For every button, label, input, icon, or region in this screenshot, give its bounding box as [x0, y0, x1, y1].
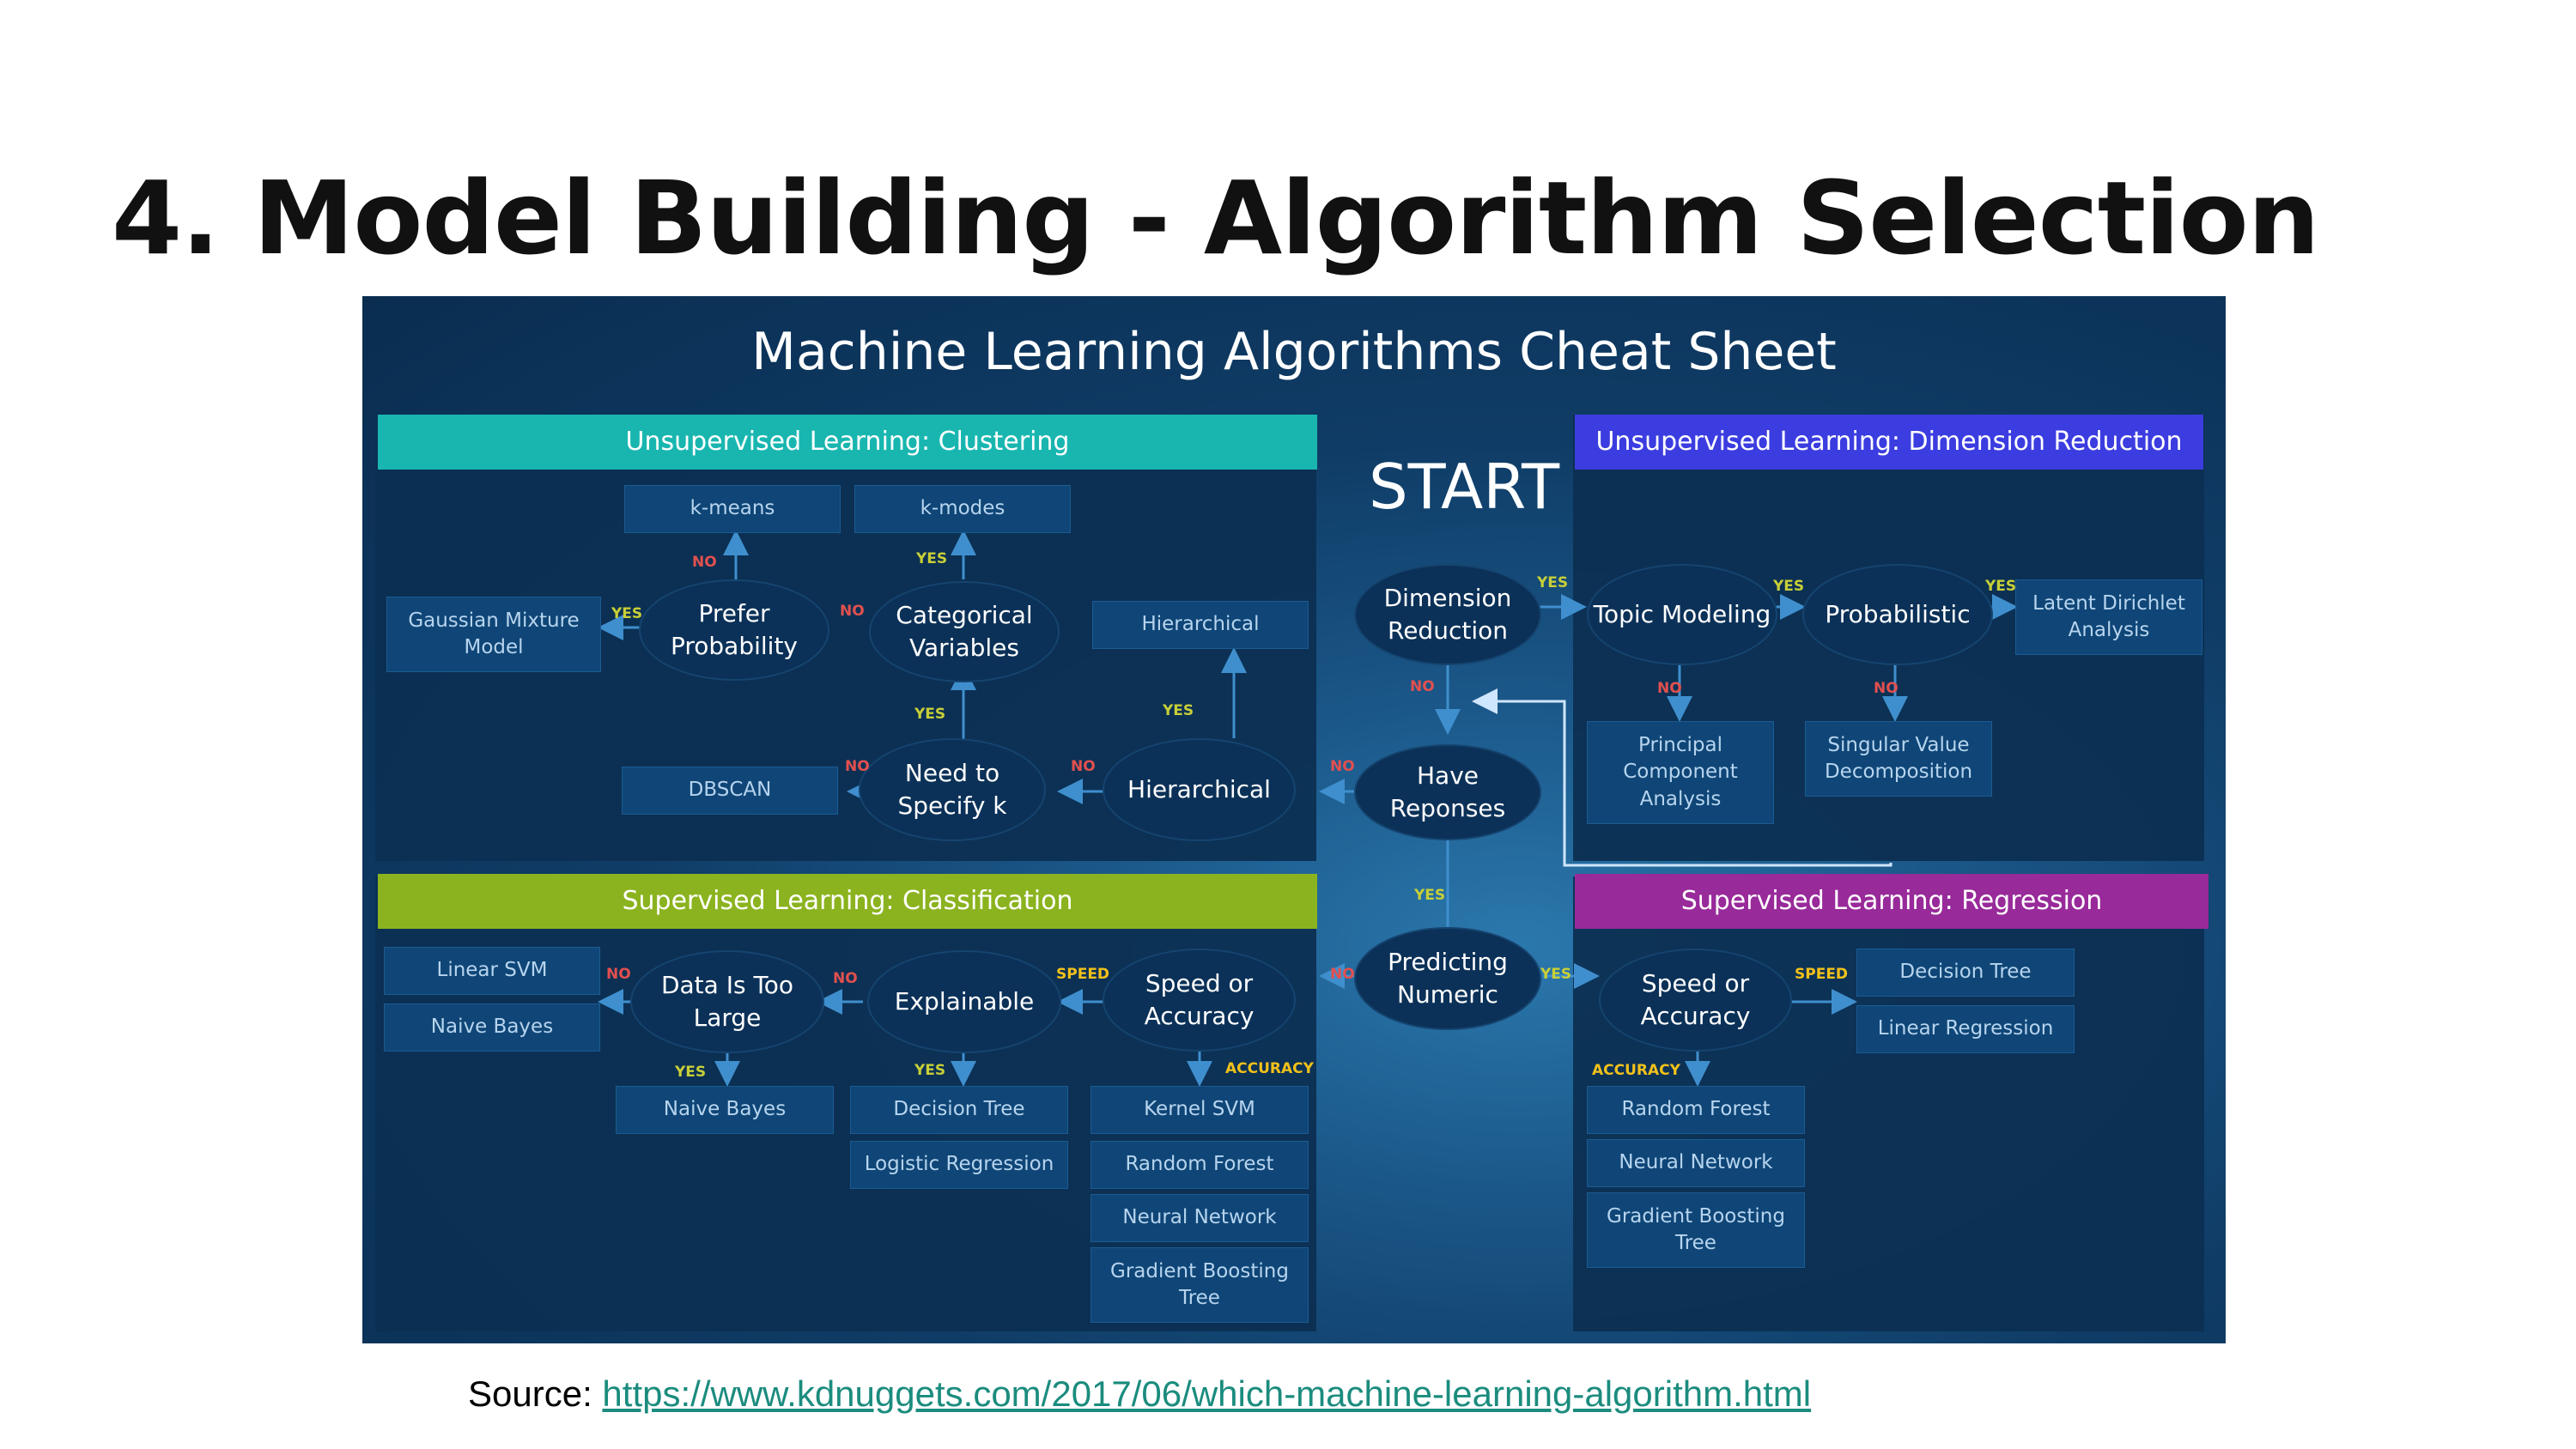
box-decision-tree: Decision Tree [850, 1086, 1068, 1134]
box-neural-network: Neural Network [1091, 1194, 1309, 1242]
box-regression-decision-tree: Decision Tree [1856, 949, 2075, 997]
label-no-prefer: NO [692, 554, 717, 571]
box-regression-random-forest: Random Forest [1587, 1086, 1805, 1134]
label-no-have: NO [1330, 758, 1355, 775]
label-yes-explainable: YES [914, 1062, 946, 1079]
cheat-sheet-title: Machine Learning Algorithms Cheat Sheet [751, 322, 1837, 382]
source-label: Source: [468, 1373, 592, 1414]
box-random-forest: Random Forest [1091, 1141, 1309, 1189]
label-yes-categorical: YES [916, 550, 948, 567]
header-dimension-reduction: Unsupervised Learning: Dimension Reducti… [1575, 415, 2203, 470]
label-no-dim: NO [1410, 678, 1435, 695]
node-hierarchical: Hierarchical [1103, 738, 1296, 841]
label-speed-class: SPEED [1056, 966, 1110, 983]
slide-title: 4. Model Building - Algorithm Selection [112, 159, 2320, 277]
cheat-sheet-diagram: Machine Learning Algorithms Cheat Sheet … [362, 296, 2226, 1343]
label-no-specify: NO [845, 758, 870, 775]
label-yes-datalarge: YES [675, 1064, 707, 1081]
box-principal-component-analysis: Principal Component Analysis [1587, 721, 1774, 824]
label-yes-specify: YES [914, 706, 946, 723]
box-regression-gradient-boosting-tree: Gradient Boosting Tree [1587, 1192, 1805, 1268]
box-k-modes: k-modes [854, 485, 1071, 533]
label-accuracy-reg: ACCURACY [1592, 1062, 1680, 1079]
node-categorical-variables: Categorical Variables [869, 581, 1060, 682]
label-no-categorical: NO [840, 603, 865, 620]
label-yes-topic: YES [1773, 578, 1805, 595]
node-speed-or-accuracy: Speed or Accuracy [1103, 949, 1296, 1052]
label-no-prob: NO [1874, 680, 1899, 697]
label-no-datalarge: NO [606, 966, 631, 983]
label-yes-prob: YES [1985, 578, 2017, 595]
box-gaussian-mixture-model: Gaussian Mixture Model [386, 597, 601, 672]
box-linear-svm: Linear SVM [384, 947, 600, 995]
node-data-too-large: Data Is Too Large [630, 950, 824, 1053]
box-kernel-svm: Kernel SVM [1091, 1086, 1309, 1134]
node-topic-modeling: Topic Modeling [1587, 564, 1777, 665]
box-hierarchical: Hierarchical [1092, 601, 1309, 649]
box-regression-neural-network: Neural Network [1587, 1139, 1805, 1187]
node-dimension-reduction: Dimension Reduction [1354, 564, 1541, 665]
header-clustering: Unsupervised Learning: Clustering [378, 415, 1317, 470]
node-regression-speed-or-accuracy: Speed or Accuracy [1599, 949, 1792, 1052]
label-no-explainable: NO [833, 970, 858, 987]
label-accuracy-class: ACCURACY [1225, 1060, 1314, 1077]
header-regression: Supervised Learning: Regression [1575, 874, 2208, 929]
source-link[interactable]: https://www.kdnuggets.com/2017/06/which-… [602, 1373, 1811, 1414]
header-classification: Supervised Learning: Classification [378, 874, 1317, 929]
node-predicting-numeric: Predicting Numeric [1354, 927, 1541, 1030]
box-singular-value-decomposition: Singular Value Decomposition [1805, 721, 1992, 797]
box-latent-dirichlet-analysis: Latent Dirichlet Analysis [2015, 579, 2202, 655]
box-logistic-regression: Logistic Regression [850, 1141, 1068, 1189]
box-dbscan: DBSCAN [622, 767, 838, 815]
label-yes-hierarchical: YES [1163, 702, 1194, 719]
label-no-pred: NO [1330, 966, 1355, 983]
box-naive-bayes-top: Naive Bayes [384, 1003, 600, 1052]
source-citation: Source: https://www.kdnuggets.com/2017/0… [468, 1373, 1811, 1415]
node-have-responses: Have Reponses [1354, 744, 1541, 840]
start-label: START [1368, 451, 1560, 523]
box-naive-bayes: Naive Bayes [616, 1086, 834, 1134]
node-probabilistic: Probabilistic [1802, 564, 1993, 665]
label-no-topic: NO [1657, 680, 1682, 697]
label-speed-reg: SPEED [1795, 966, 1849, 983]
box-k-means: k-means [624, 485, 841, 533]
node-need-to-specify-k: Need to Specify k [859, 738, 1046, 841]
node-explainable: Explainable [867, 950, 1061, 1053]
box-gradient-boosting-tree: Gradient Boosting Tree [1091, 1247, 1309, 1323]
label-yes-dim: YES [1537, 574, 1569, 591]
node-prefer-probability: Prefer Probability [639, 579, 829, 681]
label-yes-prefer: YES [611, 605, 643, 622]
label-no-hierarchical: NO [1071, 758, 1096, 775]
box-linear-regression: Linear Regression [1856, 1005, 2075, 1053]
label-yes-pred: YES [1540, 966, 1572, 983]
label-yes-have: YES [1414, 887, 1446, 904]
